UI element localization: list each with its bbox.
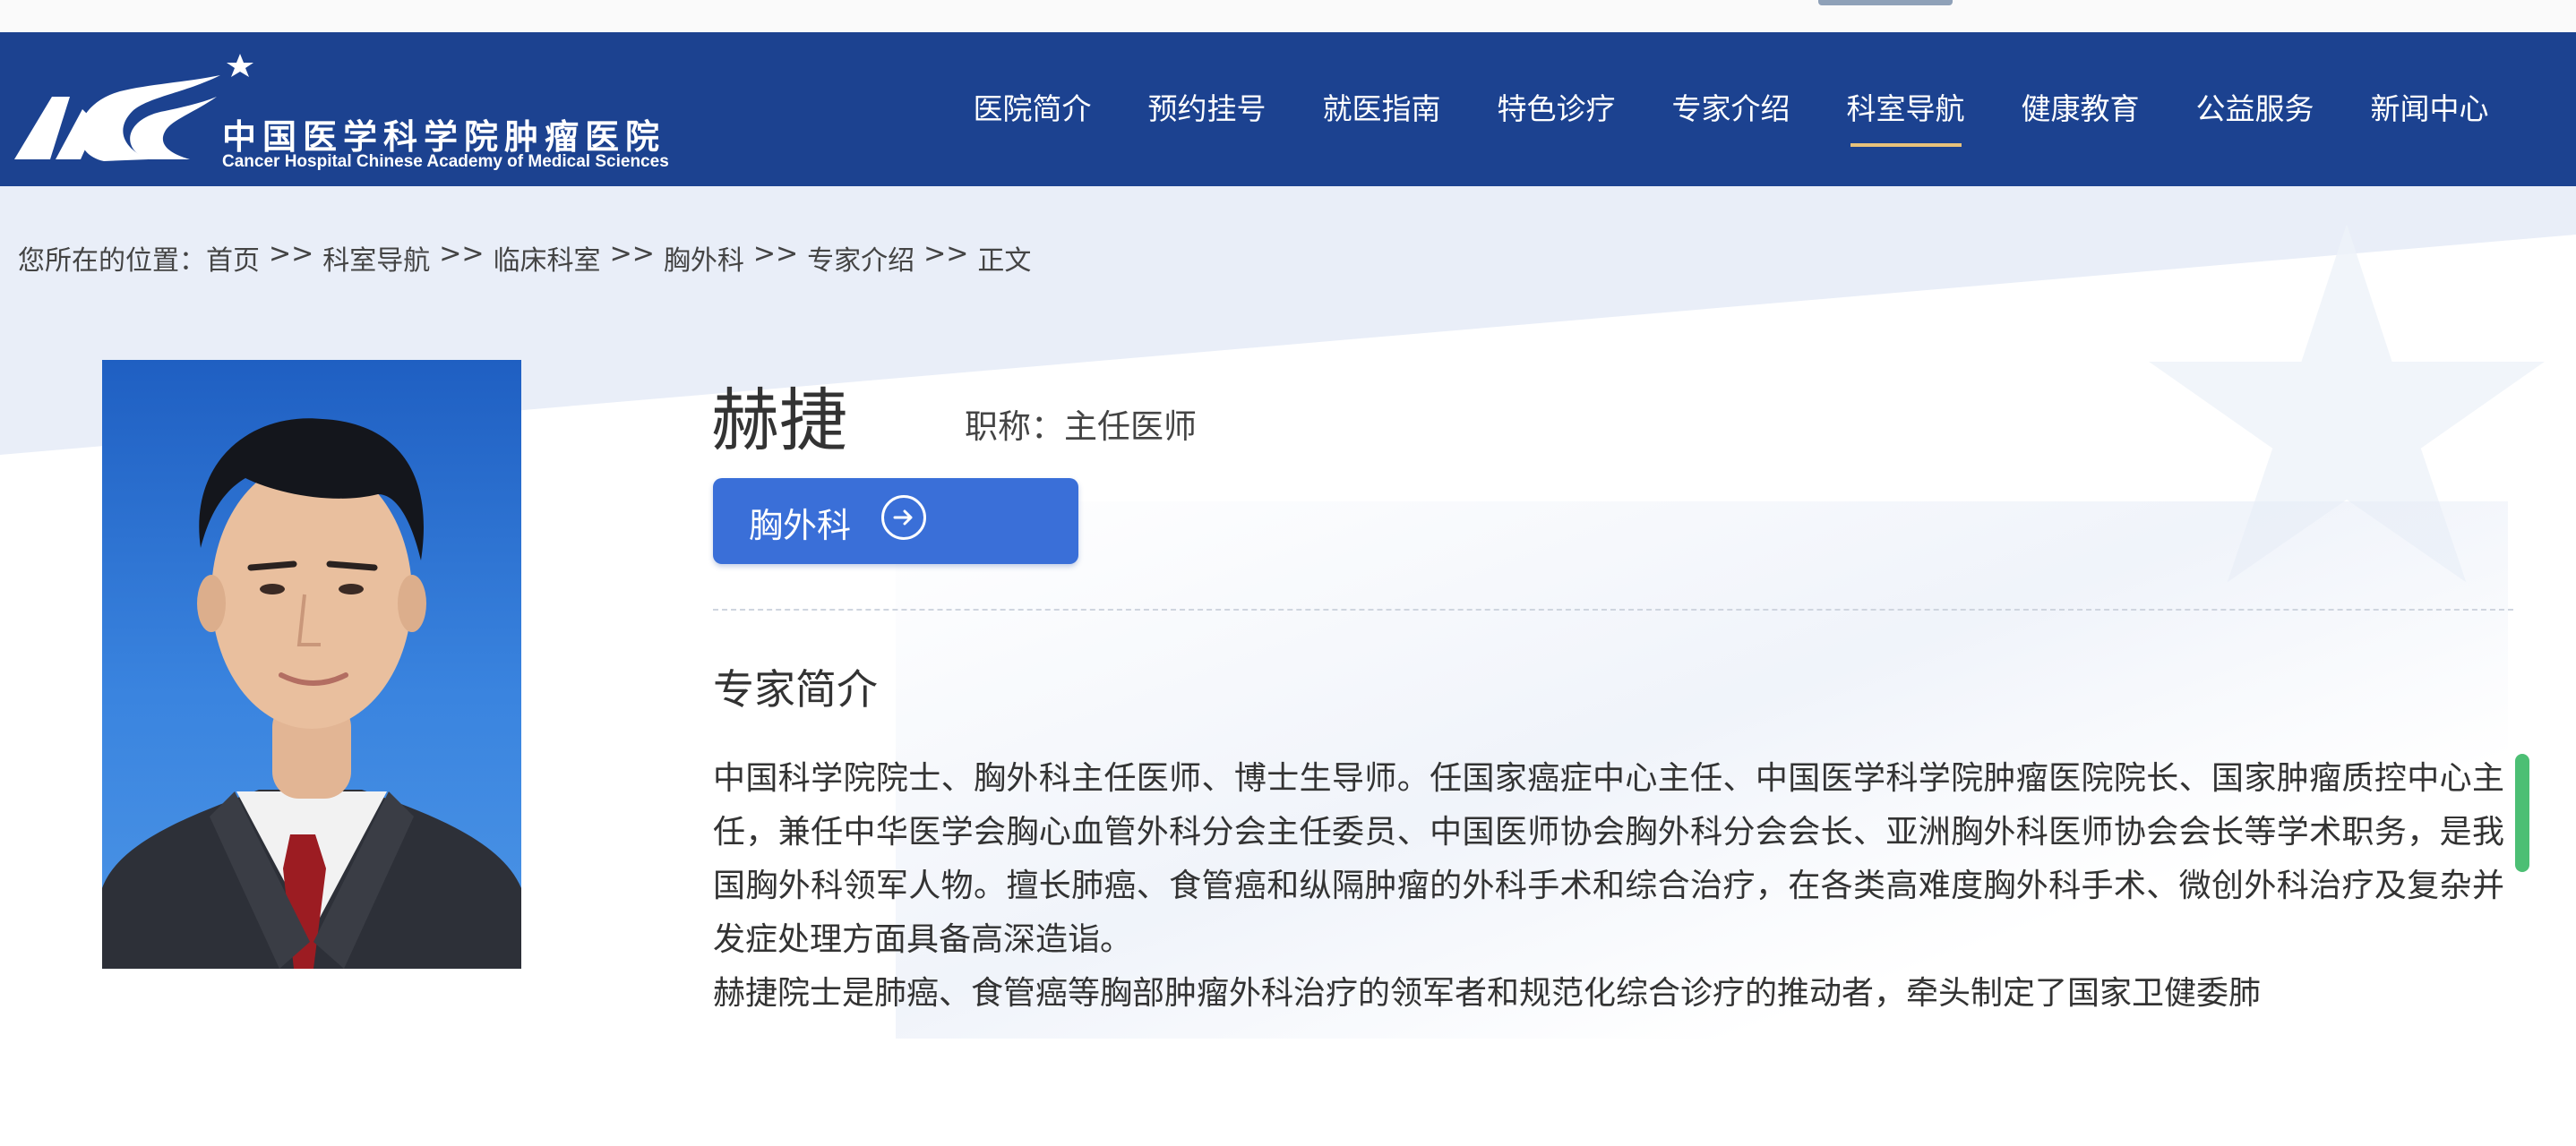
nav-label: 特色诊疗 <box>1497 91 1616 126</box>
nav-label: 健康教育 <box>2021 91 2140 126</box>
main-nav: 医院简介 预约挂号 就医指南 特色诊疗 专家介绍 科室导航 健康教育 公益服务 … <box>945 32 2517 186</box>
breadcrumb: 您所在的位置： 首页 >> 科室导航 >> 临床科室 >> 胸外科 >> 专家介… <box>18 238 1031 278</box>
nav-item-appointment[interactable]: 预约挂号 <box>1120 32 1294 186</box>
bio-text-scroll-area[interactable]: 中国科学院院士、胸外科主任医师、博士生导师。任国家癌症中心主任、中国医学科学院肿… <box>713 752 2504 1048</box>
breadcrumb-item-experts[interactable]: 专家介绍 <box>807 238 914 278</box>
top-strip <box>0 0 2576 32</box>
nav-label: 新闻中心 <box>2370 91 2489 126</box>
doctor-portrait-image <box>102 418 521 969</box>
logo-chinese-name: 中国医学科学院肿瘤医院 <box>222 116 666 157</box>
hospital-logo[interactable]: 中国医学科学院肿瘤医院 Cancer Hospital Chinese Acad… <box>14 54 803 171</box>
doctor-name: 赫捷 <box>711 381 847 460</box>
doctor-title: 职称：主任医师 <box>965 407 1197 446</box>
bio-paragraph: 赫捷院士是肺癌、食管癌等胸部肿瘤外科治疗的领军者和规范化综合诊疗的推动者，牵头制… <box>713 975 2262 1012</box>
breadcrumb-item-home[interactable]: 首页 <box>206 238 260 278</box>
nav-item-special-treatment[interactable]: 特色诊疗 <box>1469 32 1644 186</box>
breadcrumb-item-thoracic[interactable]: 胸外科 <box>664 238 744 278</box>
nav-item-public-service[interactable]: 公益服务 <box>2168 32 2342 186</box>
nav-item-news[interactable]: 新闻中心 <box>2342 32 2517 186</box>
breadcrumb-separator: >> <box>923 238 969 269</box>
breadcrumb-separator: >> <box>269 238 314 269</box>
breadcrumb-separator: >> <box>752 238 799 269</box>
nav-item-visit-guide[interactable]: 就医指南 <box>1294 32 1469 186</box>
nav-label: 预约挂号 <box>1147 91 1267 126</box>
doctor-photo <box>102 360 521 969</box>
nav-label: 专家介绍 <box>1671 91 1790 126</box>
department-button-label: 胸外科 <box>749 506 852 545</box>
breadcrumb-item-departments[interactable]: 科室导航 <box>322 238 430 278</box>
nav-item-health-education[interactable]: 健康教育 <box>1993 32 2168 186</box>
nav-item-experts[interactable]: 专家介绍 <box>1644 32 1818 186</box>
nav-label: 科室导航 <box>1846 91 1965 126</box>
nav-active-underline <box>1850 143 1962 147</box>
intro-heading: 专家简介 <box>713 665 878 714</box>
department-button[interactable]: 胸外科 <box>713 478 1078 564</box>
arrow-right-circle-icon <box>881 495 926 540</box>
logo-english-name: Cancer Hospital Chinese Academy of Medic… <box>222 152 669 171</box>
hospital-logo-mark-icon <box>14 54 253 161</box>
section-divider <box>713 609 2513 611</box>
breadcrumb-separator: >> <box>609 238 655 269</box>
breadcrumb-item-clinical[interactable]: 临床科室 <box>494 238 601 278</box>
nav-item-hospital-intro[interactable]: 医院简介 <box>945 32 1120 186</box>
bio-scrollbar-thumb[interactable] <box>2515 754 2529 872</box>
nav-label: 就医指南 <box>1322 91 1441 126</box>
nav-label: 医院简介 <box>973 91 1092 126</box>
nav-item-departments[interactable]: 科室导航 <box>1818 32 1993 186</box>
breadcrumb-item-current: 正文 <box>977 245 1032 277</box>
breadcrumb-prefix: 您所在的位置： <box>18 245 206 277</box>
top-tab-indicator <box>1818 0 1953 5</box>
nav-label: 公益服务 <box>2195 91 2314 126</box>
breadcrumb-separator: >> <box>439 238 485 269</box>
bio-paragraph: 中国科学院院士、胸外科主任医师、博士生导师。任国家癌症中心主任、中国医学科学院肿… <box>713 760 2504 958</box>
site-header: 中国医学科学院肿瘤医院 Cancer Hospital Chinese Acad… <box>0 32 2576 186</box>
